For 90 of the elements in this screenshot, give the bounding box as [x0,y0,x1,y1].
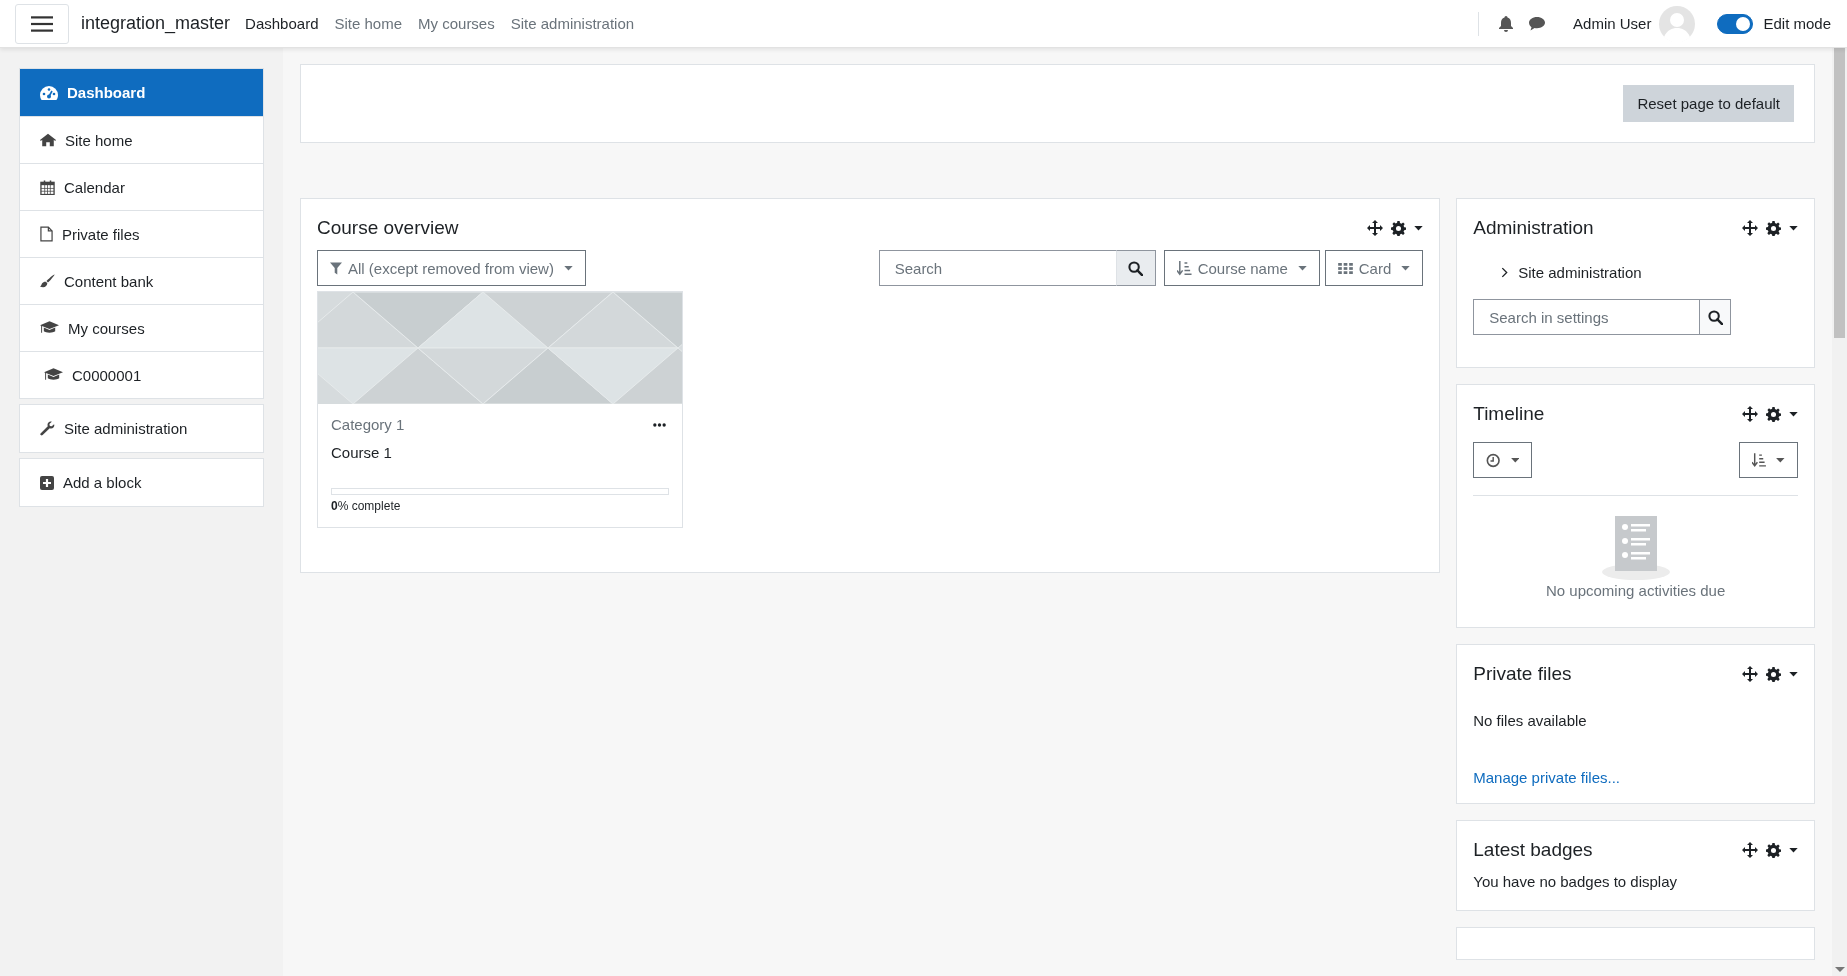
menu-button[interactable] [15,3,69,44]
dashboard-icon [40,85,58,100]
block-title: Private files [1473,663,1572,685]
brush-icon [40,273,55,289]
wrench-icon [40,421,55,436]
block-text: You have no badges to display [1473,873,1679,890]
sort-dropdown[interactable] [1739,442,1798,478]
tree-item[interactable]: Site administration [1501,264,1798,281]
site-name[interactable]: integration_master [81,13,231,34]
empty-message: No upcoming activities due [1546,582,1726,599]
settings-menu-button[interactable] [1766,406,1798,422]
sidebar-item[interactable]: Site home [20,116,263,163]
bell-icon[interactable] [1499,15,1514,32]
caret-icon [1789,411,1798,417]
scrollbar-thumb[interactable] [1834,48,1845,338]
sidebar-item[interactable]: Calendar [20,163,263,210]
scrollbar[interactable] [1832,48,1847,976]
caret-icon [1401,265,1411,271]
calendar-icon [40,179,55,195]
caret-icon [1776,457,1785,463]
caret-icon [1414,225,1424,231]
sidebar-item[interactable]: Add a block [20,459,263,506]
move-icon[interactable] [1742,666,1758,682]
caret-icon [1297,265,1307,271]
filter-dropdown[interactable]: All (except removed from view) [317,250,586,286]
sort-icon [1176,260,1192,276]
settings-menu-button[interactable] [1766,842,1798,858]
sidebar-item[interactable]: Content bank [20,257,263,304]
search-field[interactable]: Search [878,250,1116,286]
search-icon [1707,309,1723,325]
gear-icon [1766,666,1781,682]
block-title: Latest badges [1473,839,1593,861]
search-icon [1128,260,1144,276]
course-category: Category 1 [331,416,405,433]
sidebar-item[interactable]: C0000001 [20,351,263,398]
settings-search-field[interactable]: Search in settings [1473,299,1700,335]
settings-menu-button[interactable] [1766,666,1798,682]
sidebar-item[interactable]: Site administration [20,405,263,452]
edit-mode-switch[interactable] [1717,13,1754,34]
nav-link[interactable]: Site home [334,15,403,32]
graduation-cap-icon [40,321,59,335]
sidebar-item[interactable]: Dashboard [20,69,263,116]
user-name[interactable]: Admin User [1573,15,1652,32]
move-icon[interactable] [1367,220,1384,236]
grid-icon [1337,262,1353,274]
gear-icon [1766,220,1781,236]
date-filter-dropdown[interactable] [1473,442,1533,478]
sort-dropdown[interactable]: Course name [1163,250,1320,286]
search-button[interactable] [1115,250,1156,286]
edit-mode-label: Edit mode [1763,15,1831,32]
progress-text: 0% complete [331,499,402,513]
move-icon[interactable] [1742,406,1758,422]
settings-menu-button[interactable] [1391,220,1424,236]
move-icon[interactable] [1742,842,1758,858]
add-icon [40,475,54,490]
course-name[interactable]: Course 1 [331,444,669,461]
block-title: Administration [1473,217,1594,239]
chat-icon[interactable] [1529,16,1546,31]
file-icon [40,226,53,242]
graduation-cap-icon [44,368,63,382]
reset-page-button[interactable]: Reset page to default [1623,85,1794,122]
gear-icon [1766,406,1781,422]
sidebar-item[interactable]: Private files [20,210,263,257]
nav-link[interactable]: Dashboard [245,15,319,32]
home-icon [40,133,56,147]
settings-menu-button[interactable] [1766,220,1798,236]
caret-icon [1789,847,1798,853]
menu-icon [31,14,53,33]
manage-files-link[interactable]: Manage private files... [1473,769,1798,786]
sort-icon [1752,452,1767,468]
nav-link[interactable]: My courses [418,15,495,32]
search-button[interactable] [1699,299,1732,335]
course-card[interactable]: Category 1 Course 1 0% complete [317,291,683,528]
block-text: No files available [1473,712,1588,729]
gear-icon [1766,842,1781,858]
move-icon[interactable] [1742,220,1758,236]
caret-icon [1789,671,1798,677]
clock-icon [1486,452,1501,468]
gear-icon [1391,220,1407,236]
filter-icon [330,261,342,275]
caret-icon [563,265,573,271]
more-icon [653,422,666,427]
scroll-down-icon[interactable] [1835,967,1845,972]
caret-icon [1510,457,1520,463]
block-title: Course overview [317,217,459,239]
sidebar-item[interactable]: My courses [20,304,263,351]
block-title: Timeline [1473,403,1545,425]
nav-link[interactable]: Site administration [510,15,635,32]
view-dropdown[interactable]: Card [1324,250,1424,286]
caret-icon [1789,225,1798,231]
